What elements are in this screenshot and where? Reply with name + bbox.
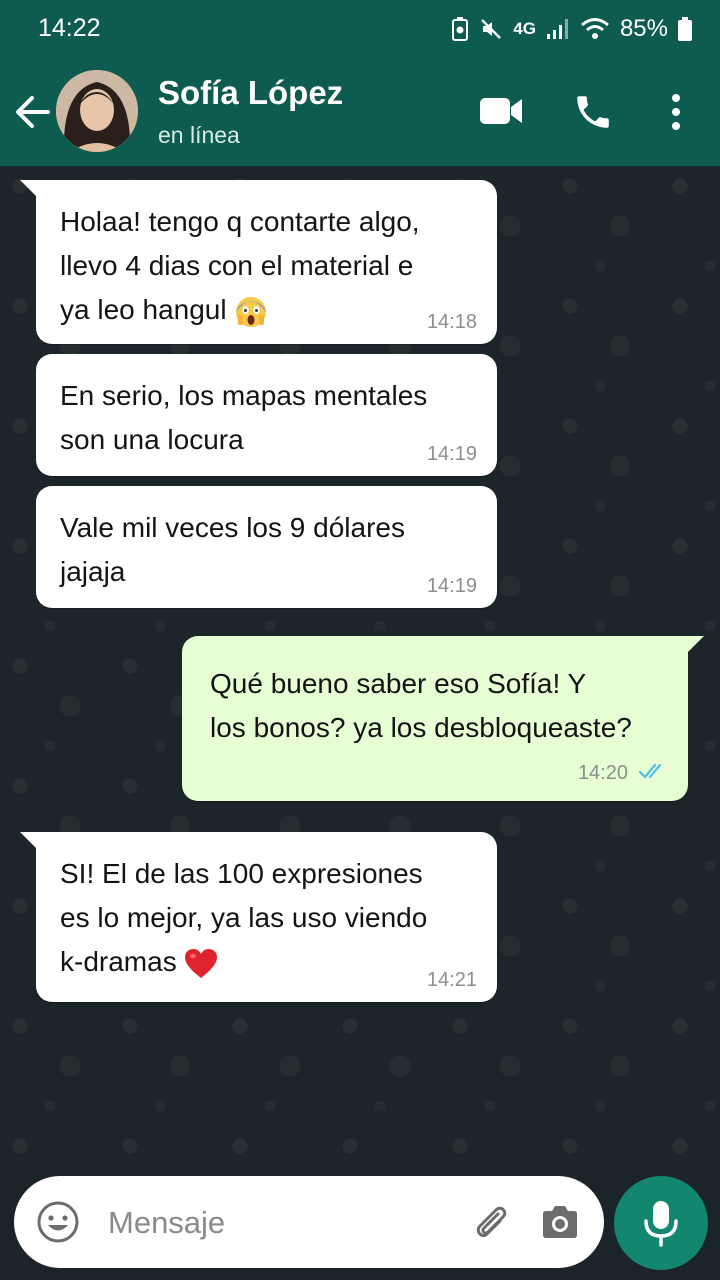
phone-call-icon[interactable]: [572, 91, 614, 133]
mute-icon: [481, 19, 502, 39]
wifi-icon: [580, 18, 609, 39]
attach-clip-icon[interactable]: [468, 1200, 512, 1244]
message-text: SI! El de las 100 expresiones es lo mejo…: [36, 832, 497, 984]
back-arrow-icon[interactable]: [12, 92, 52, 132]
message-line: k-dramas: [60, 946, 177, 977]
network-type: 4G: [513, 19, 536, 38]
message-line: los bonos? ya los desbloqueaste?: [210, 712, 632, 743]
microphone-icon: [644, 1201, 678, 1247]
status-icons: 4G 85%: [451, 12, 692, 46]
message-line: SI! El de las 100 expresiones: [60, 858, 423, 889]
message-time: 14:21: [426, 969, 477, 991]
video-call-icon[interactable]: [478, 94, 524, 128]
read-ticks-icon: [638, 763, 662, 779]
message-line: ya leo hangul: [60, 294, 227, 325]
message-line: llevo 4 dias con el material e: [60, 250, 414, 281]
more-options-icon[interactable]: [662, 92, 690, 132]
contact-name[interactable]: Sofía López: [158, 74, 343, 112]
message-bubble[interactable]: Vale mil veces los 9 dólares jajaja 14:1…: [36, 486, 497, 608]
message-input[interactable]: [106, 1200, 440, 1246]
scream-emoji-icon: [236, 296, 267, 327]
message-time: 14:19: [426, 575, 477, 597]
message-line: En serio, los mapas mentales: [60, 380, 428, 411]
message-line: son una locura: [60, 424, 244, 455]
message-time: 14:19: [426, 443, 477, 465]
battery-saver-icon: [452, 17, 469, 41]
message-line: Qué bueno saber eso Sofía! Y: [210, 668, 587, 699]
status-time: 14:22: [38, 14, 101, 42]
message-line: jajaja: [60, 556, 126, 587]
message-bubble[interactable]: SI! El de las 100 expresiones es lo mejo…: [20, 832, 497, 1002]
message-bubble[interactable]: En serio, los mapas mentales son una loc…: [36, 354, 497, 476]
message-bubble[interactable]: Holaa! tengo q contarte algo, llevo 4 di…: [20, 180, 497, 344]
message-compose-bar: [14, 1176, 604, 1268]
avatar-image: [56, 70, 138, 152]
contact-status: en línea: [158, 122, 240, 148]
chat-header: Sofía López en línea: [0, 56, 720, 166]
message-bubble-outgoing[interactable]: Qué bueno saber eso Sofía! Y los bonos? …: [182, 636, 704, 801]
signal-icon: [546, 19, 568, 39]
battery-percent: 85%: [619, 15, 668, 42]
message-line-with-emoji: k-dramas: [60, 940, 473, 984]
status-bar: 14:22 4G 85%: [0, 0, 720, 56]
message-line: es lo mejor, ya las uso viendo: [60, 902, 428, 933]
red-heart-emoji-icon: [185, 948, 218, 978]
avatar[interactable]: [56, 70, 138, 152]
battery-icon: [678, 17, 692, 41]
message-time: 14:18: [426, 311, 477, 333]
message-line: Vale mil veces los 9 dólares: [60, 512, 405, 543]
message-line-with-emoji: ya leo hangul: [60, 288, 473, 332]
message-line: Holaa! tengo q contarte algo,: [60, 206, 420, 237]
mic-button[interactable]: [614, 1176, 708, 1270]
message-text: Qué bueno saber eso Sofía! Y los bonos? …: [182, 636, 688, 750]
message-time: 14:20: [577, 762, 628, 784]
emoji-icon[interactable]: [36, 1200, 80, 1244]
chat-area[interactable]: Holaa! tengo q contarte algo, llevo 4 di…: [0, 166, 720, 1174]
camera-icon[interactable]: [538, 1200, 582, 1244]
